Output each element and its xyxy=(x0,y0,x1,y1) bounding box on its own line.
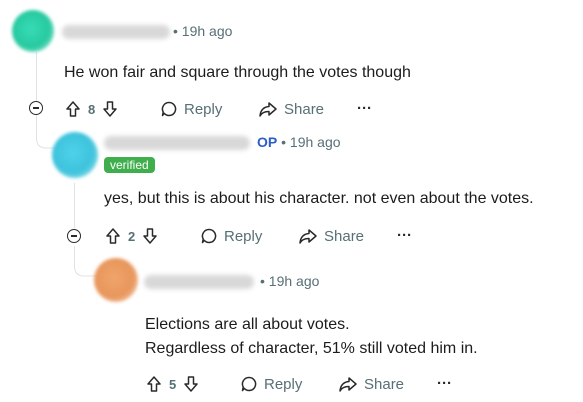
collapse-thread-button[interactable] xyxy=(67,229,81,243)
more-options-button[interactable]: ··· xyxy=(397,227,412,244)
chat-bubble-icon xyxy=(160,100,178,118)
chat-bubble-icon xyxy=(200,227,218,245)
comment-body-line-1: Elections are all about votes. xyxy=(145,316,350,333)
reply-button[interactable]: Reply xyxy=(160,100,222,118)
vote-count: 8 xyxy=(88,101,96,117)
avatar[interactable] xyxy=(52,132,98,178)
more-options-button[interactable]: ··· xyxy=(437,375,452,392)
username-redacted[interactable] xyxy=(144,275,254,289)
upvote-icon[interactable] xyxy=(104,227,122,245)
downvote-icon[interactable] xyxy=(101,100,119,118)
downvote-icon[interactable] xyxy=(141,227,159,245)
vote-count: 2 xyxy=(128,228,136,244)
upvote-icon[interactable] xyxy=(145,375,163,393)
reply-button[interactable]: Reply xyxy=(240,375,302,393)
share-arrow-icon xyxy=(338,375,358,393)
share-label: Share xyxy=(324,227,365,245)
more-options-icon: ··· xyxy=(437,375,452,392)
vote-group: 8 xyxy=(64,100,119,118)
chat-bubble-icon xyxy=(240,375,258,393)
user-flair: verified xyxy=(104,157,155,173)
avatar[interactable] xyxy=(12,10,54,52)
share-button[interactable]: Share xyxy=(338,375,404,393)
comment-body: yes, but this is about his character. no… xyxy=(104,190,534,207)
thread-line-1 xyxy=(36,52,37,108)
upvote-icon[interactable] xyxy=(64,100,82,118)
comment-body: He won fair and square through the votes… xyxy=(64,64,411,81)
comment-timestamp: • 19h ago xyxy=(281,134,341,150)
vote-count: 5 xyxy=(169,376,177,392)
comment-body-line-2: Regardless of character, 51% still voted… xyxy=(145,340,478,357)
share-label: Share xyxy=(364,375,405,393)
comment-timestamp: • 19h ago xyxy=(173,23,233,39)
thread-line-2 xyxy=(74,183,75,228)
more-options-icon: ··· xyxy=(357,100,372,117)
vote-group: 5 xyxy=(145,375,200,393)
reply-label: Reply xyxy=(264,375,303,393)
share-arrow-icon xyxy=(298,227,318,245)
share-button[interactable]: Share xyxy=(258,100,324,118)
share-button[interactable]: Share xyxy=(298,227,364,245)
username-redacted[interactable] xyxy=(104,136,250,150)
more-options-button[interactable]: ··· xyxy=(357,100,372,117)
comment-meta: OP • 19h ago xyxy=(257,134,341,150)
downvote-icon[interactable] xyxy=(182,375,200,393)
collapse-thread-button[interactable] xyxy=(29,101,43,115)
op-badge: OP xyxy=(257,134,278,150)
share-arrow-icon xyxy=(258,100,278,118)
username-redacted[interactable] xyxy=(62,25,170,39)
more-options-icon: ··· xyxy=(397,227,412,244)
reply-label: Reply xyxy=(224,227,263,245)
share-label: Share xyxy=(284,100,325,118)
comment-timestamp: • 19h ago xyxy=(260,273,320,289)
reply-button[interactable]: Reply xyxy=(200,227,262,245)
reply-label: Reply xyxy=(184,100,223,118)
vote-group: 2 xyxy=(104,227,159,245)
avatar[interactable] xyxy=(94,258,138,302)
